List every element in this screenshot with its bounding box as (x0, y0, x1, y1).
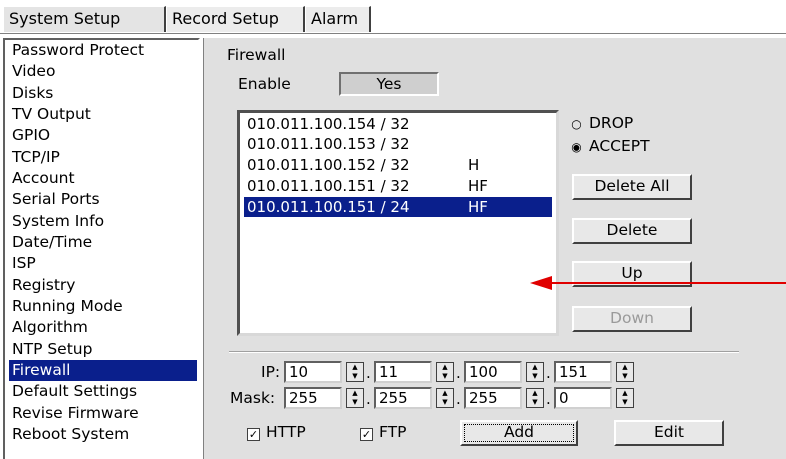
annotation-arrow (530, 276, 786, 290)
annotation-arrow-head (530, 276, 552, 290)
